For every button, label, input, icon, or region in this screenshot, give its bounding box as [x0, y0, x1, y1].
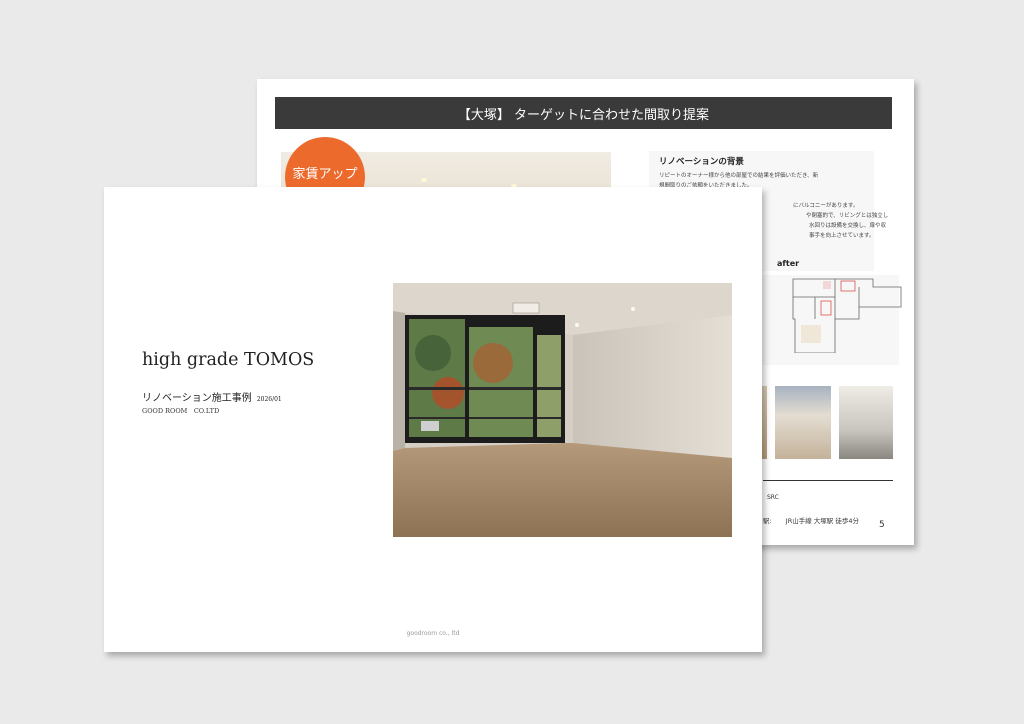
company-name: GOOD ROOM CO.LTD [142, 407, 220, 415]
badge-label: 家賃アップ [292, 167, 358, 182]
renovation-text-line: 事手を向上させています。 [809, 233, 875, 239]
photo-thumbnail [839, 386, 893, 459]
renovation-heading: リノベーションの背景 [659, 157, 744, 167]
divider [763, 480, 893, 481]
station-info: 駅: JR山手線 大塚駅 徒歩4分 [763, 515, 859, 525]
page-header-bar: 【大塚】 ターゲットに合わせた間取り提案 [275, 97, 892, 129]
subtitle-text: リノベーション施工事例 [142, 393, 252, 404]
after-label: after [777, 259, 800, 268]
page-footer: goodroom co., ltd [406, 630, 460, 637]
station-value: JR山手線 大塚駅 徒歩4分 [785, 517, 859, 525]
page-header-title: 【大塚】 ターゲットに合わせた間取り提案 [457, 107, 710, 123]
station-prefix: 駅: [763, 517, 772, 525]
structure-value: SRC [767, 494, 779, 501]
renovation-text-line: や閉塞的で、リビングとは独立し [806, 213, 889, 219]
document-title: high grade TOMOS [142, 350, 315, 370]
renovation-text-line: 水回りは設備を交換し、扉や収 [809, 223, 887, 229]
ceiling-light [421, 178, 427, 182]
photo-thumbnail [775, 386, 831, 459]
front-page: high grade TOMOS リノベーション施工事例 2026/01 GOOD… [104, 187, 762, 652]
document-subtitle: リノベーション施工事例 2026/01 [142, 389, 282, 404]
renovation-text-line: リピートのオーナー様から他の部屋での結果を評価いただき、新 [659, 173, 819, 179]
page-number: 5 [879, 520, 885, 530]
floorplan-diagram [792, 278, 902, 353]
document-date: 2026/01 [256, 396, 282, 403]
room-photo [393, 283, 732, 537]
renovation-text-line: にバルコニーがあります。 [793, 203, 859, 209]
